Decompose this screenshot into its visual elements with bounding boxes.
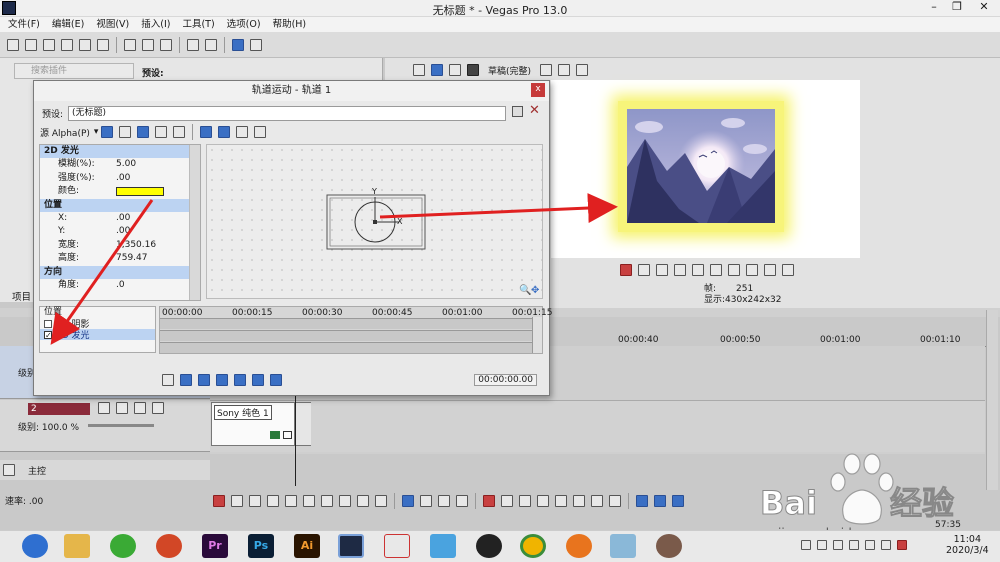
sogou-icon[interactable] xyxy=(897,540,907,550)
taskbar-chrome-icon[interactable] xyxy=(520,534,546,558)
clock-time: 11:04 xyxy=(953,534,982,545)
taskbar-app-icon[interactable] xyxy=(656,534,682,558)
taskbar-explorer-icon[interactable] xyxy=(64,534,90,558)
taskbar-photoshop-icon[interactable]: Ps xyxy=(248,534,274,558)
tray-icon[interactable] xyxy=(833,540,843,550)
svg-text:经验: 经验 xyxy=(890,484,954,522)
taskbar-app-icon[interactable] xyxy=(384,534,410,558)
taskbar-qq-icon[interactable] xyxy=(476,534,502,558)
system-tray xyxy=(798,540,910,550)
taskbar-app-icon[interactable] xyxy=(566,534,592,558)
input-method-icon[interactable] xyxy=(881,540,891,550)
taskbar-premiere-icon[interactable]: Pr xyxy=(202,534,228,558)
taskbar-app-icon[interactable] xyxy=(610,534,636,558)
taskbar-wechat-icon[interactable] xyxy=(110,534,136,558)
taskbar-app-icon[interactable] xyxy=(430,534,456,558)
clock[interactable]: 11:04 2020/3/4 xyxy=(946,534,989,556)
taskbar-powerpoint-icon[interactable] xyxy=(156,534,182,558)
tray-icon[interactable] xyxy=(801,540,811,550)
tray-icon[interactable] xyxy=(817,540,827,550)
svg-text:Bai: Bai xyxy=(760,484,817,522)
network-icon[interactable] xyxy=(849,540,859,550)
clock-date: 2020/3/4 xyxy=(946,545,989,556)
volume-icon[interactable] xyxy=(865,540,875,550)
baidu-watermark-logo: Bai 经验 xyxy=(760,453,955,525)
taskbar-vegas-icon[interactable] xyxy=(338,534,364,558)
taskbar-illustrator-icon[interactable]: Ai xyxy=(294,534,320,558)
taskbar-browser-icon[interactable] xyxy=(22,534,48,558)
